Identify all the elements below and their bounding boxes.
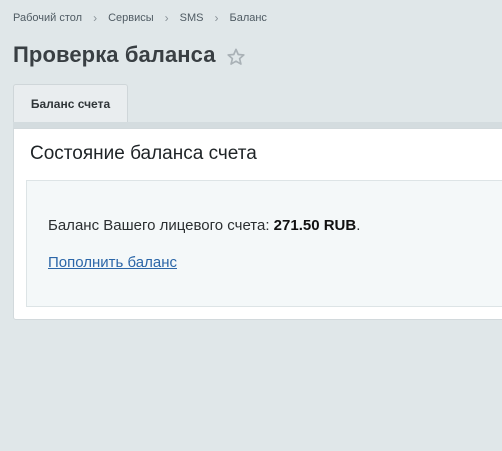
page-title: Проверка баланса bbox=[13, 42, 216, 67]
breadcrumb-item-desktop[interactable]: Рабочий стол bbox=[13, 12, 82, 24]
balance-line: Баланс Вашего лицевого счета: 271.50 RUB… bbox=[48, 217, 360, 234]
topup-balance-link[interactable]: Пополнить баланс bbox=[48, 254, 177, 271]
section-title: Состояние баланса счета bbox=[30, 143, 257, 164]
breadcrumb: Рабочий стол › Сервисы › SMS › Баланс bbox=[13, 11, 267, 25]
tab-balance-label: Баланс счета bbox=[30, 96, 111, 111]
title-row: Проверка баланса bbox=[13, 40, 246, 70]
balance-suffix: . bbox=[356, 217, 361, 234]
tab-balance[interactable]: Баланс счета bbox=[13, 84, 128, 122]
balance-panel: Состояние баланса счета Баланс Вашего ли… bbox=[13, 128, 502, 320]
chevron-right-icon: › bbox=[164, 11, 169, 25]
balance-content-box: Баланс Вашего лицевого счета: 271.50 RUB… bbox=[26, 180, 502, 307]
breadcrumb-item-sms[interactable]: SMS bbox=[180, 12, 204, 24]
breadcrumb-item-balance[interactable]: Баланс bbox=[229, 12, 266, 24]
breadcrumb-item-services[interactable]: Сервисы bbox=[108, 12, 154, 24]
chevron-right-icon: › bbox=[214, 11, 219, 25]
balance-value: 271.50 RUB bbox=[273, 217, 357, 234]
chevron-right-icon: › bbox=[93, 11, 98, 25]
star-icon[interactable] bbox=[226, 47, 246, 67]
balance-label: Баланс Вашего лицевого счета: bbox=[48, 217, 274, 234]
